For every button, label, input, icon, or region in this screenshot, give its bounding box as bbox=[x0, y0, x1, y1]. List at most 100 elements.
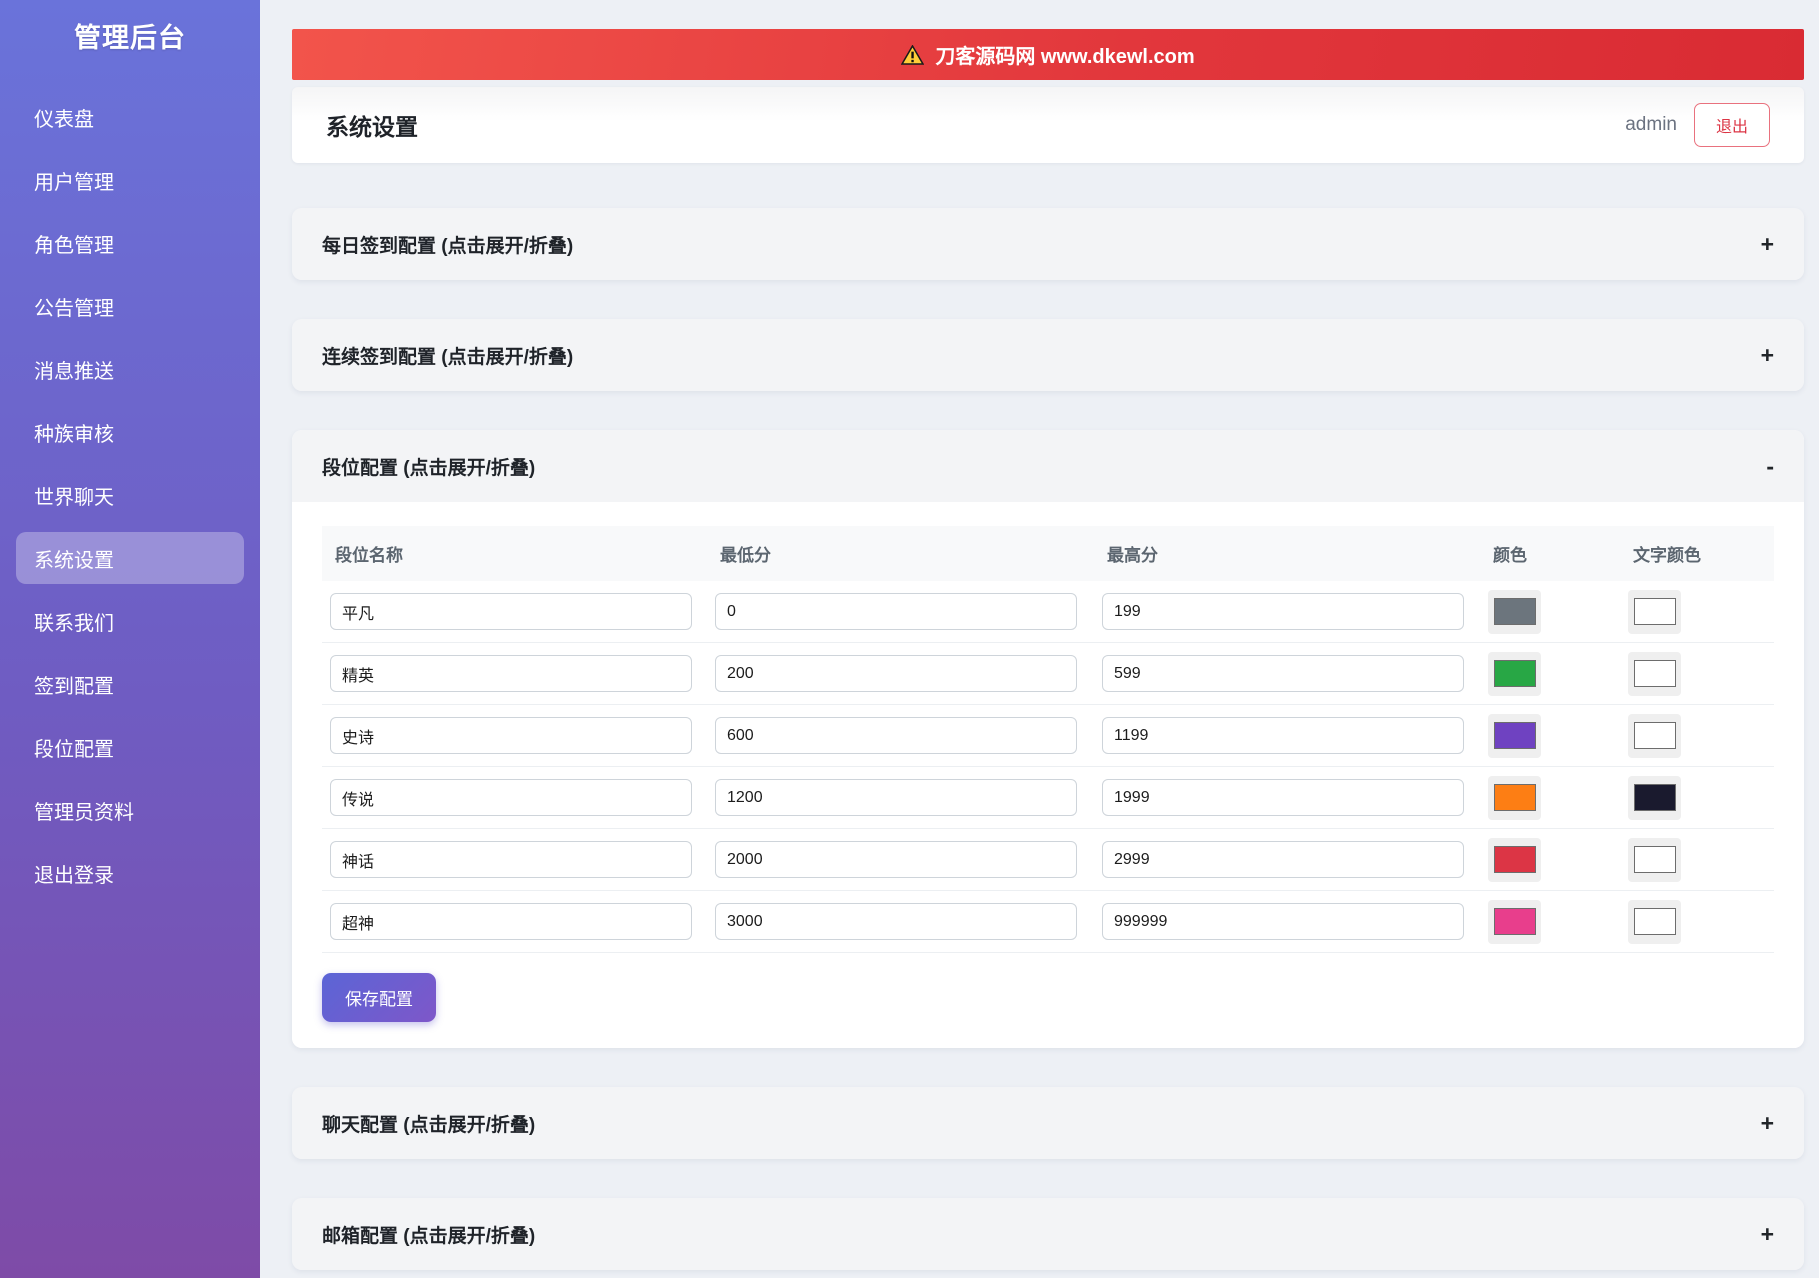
sidebar-item-announce-mgmt[interactable]: 公告管理 bbox=[16, 280, 244, 332]
rank-text-color-picker[interactable] bbox=[1628, 899, 1681, 944]
sidebar-item-rank-config[interactable]: 段位配置 bbox=[16, 721, 244, 773]
sidebar-item-signin-config[interactable]: 签到配置 bbox=[16, 658, 244, 710]
section-chat-config: 聊天配置 (点击展开/折叠) + bbox=[292, 1087, 1804, 1159]
rank-config-body: 段位名称 最低分 最高分 颜色 文字颜色 平凡 0 199 精英 200 599… bbox=[292, 502, 1804, 1048]
rank-min-score-input[interactable] bbox=[715, 903, 1077, 940]
rank-text-color-picker[interactable] bbox=[1628, 589, 1681, 634]
section-title: 段位配置 (点击展开/折叠) bbox=[322, 457, 536, 479]
rank-name-input[interactable] bbox=[330, 841, 692, 878]
rank-table-row bbox=[322, 891, 1774, 953]
rank-max-score-input[interactable] bbox=[1102, 779, 1464, 816]
section-streak-signin: 连续签到配置 (点击展开/折叠) + bbox=[292, 319, 1804, 391]
column-header-color: 颜色 bbox=[1493, 546, 1527, 565]
rank-color-picker[interactable] bbox=[1488, 589, 1541, 634]
page-title: 系统设置 bbox=[326, 114, 418, 140]
rank-color-picker[interactable] bbox=[1488, 775, 1541, 820]
sidebar-item-label: 角色管理 bbox=[34, 234, 114, 257]
rank-max-score-input[interactable] bbox=[1102, 655, 1464, 692]
warning-icon bbox=[901, 44, 925, 65]
sidebar-item-label: 公告管理 bbox=[34, 297, 114, 320]
section-daily-signin-header[interactable]: 每日签到配置 (点击展开/折叠) + bbox=[292, 208, 1804, 280]
username: admin bbox=[1625, 114, 1677, 135]
sidebar-item-race-review[interactable]: 种族审核 bbox=[16, 406, 244, 458]
rank-name-input[interactable] bbox=[330, 779, 692, 816]
collapse-icon[interactable]: - bbox=[1766, 454, 1774, 478]
sidebar-item-label: 种族审核 bbox=[34, 423, 114, 446]
rank-min-score-input[interactable] bbox=[715, 593, 1077, 630]
color-swatch bbox=[1493, 660, 1536, 687]
color-swatch bbox=[1493, 908, 1536, 935]
rank-table-row bbox=[322, 767, 1774, 829]
rank-min-score-input[interactable] bbox=[715, 779, 1077, 816]
rank-color-picker[interactable] bbox=[1488, 651, 1541, 696]
rank-min-score-input[interactable] bbox=[715, 655, 1077, 692]
rank-name-input[interactable] bbox=[330, 717, 692, 754]
rank-text-color-picker[interactable] bbox=[1628, 713, 1681, 758]
sidebar-item-label: 消息推送 bbox=[34, 360, 114, 383]
sidebar-item-admin-profile[interactable]: 管理员资料 bbox=[16, 784, 244, 836]
rank-name-input[interactable] bbox=[330, 655, 692, 692]
rank-table-row bbox=[322, 705, 1774, 767]
rank-max-score-input[interactable] bbox=[1102, 717, 1464, 754]
text-color-swatch bbox=[1633, 846, 1676, 873]
sidebar-item-label: 系统设置 bbox=[34, 549, 114, 572]
section-rank-config-header[interactable]: 段位配置 (点击展开/折叠) - bbox=[292, 430, 1804, 502]
sidebar-item-label: 管理员资料 bbox=[34, 801, 134, 824]
sidebar-item-dashboard[interactable]: 仪表盘 bbox=[16, 91, 244, 143]
rank-text-color-picker[interactable] bbox=[1628, 837, 1681, 882]
expand-icon[interactable]: + bbox=[1761, 232, 1774, 256]
save-config-button[interactable]: 保存配置 bbox=[322, 973, 436, 1022]
sidebar-item-label: 段位配置 bbox=[34, 738, 114, 761]
rank-min-score-input[interactable] bbox=[715, 717, 1077, 754]
promo-banner: 刀客源码网 www.dkewl.com bbox=[292, 29, 1804, 80]
rank-max-score-input[interactable] bbox=[1102, 841, 1464, 878]
rank-color-picker[interactable] bbox=[1488, 899, 1541, 944]
admin-app: 管理后台 仪表盘 用户管理 角色管理 公告管理 消息推送 种族审核 世界聊天 系… bbox=[0, 0, 1819, 1278]
section-daily-signin: 每日签到配置 (点击展开/折叠) + bbox=[292, 208, 1804, 280]
section-mail-config: 邮箱配置 (点击展开/折叠) + bbox=[292, 1198, 1804, 1270]
section-chat-config-header[interactable]: 聊天配置 (点击展开/折叠) + bbox=[292, 1087, 1804, 1159]
rank-name-input[interactable] bbox=[330, 593, 692, 630]
sidebar-item-contact-us[interactable]: 联系我们 bbox=[16, 595, 244, 647]
banner-text: 刀客源码网 www.dkewl.com bbox=[935, 46, 1195, 68]
rank-table-header: 段位名称 最低分 最高分 颜色 文字颜色 bbox=[322, 526, 1774, 581]
rank-table: 段位名称 最低分 最高分 颜色 文字颜色 bbox=[322, 526, 1774, 953]
column-header-text-color: 文字颜色 bbox=[1633, 546, 1701, 565]
rank-color-picker[interactable] bbox=[1488, 837, 1541, 882]
page-header: 系统设置 admin 退出 bbox=[292, 87, 1804, 163]
sidebar-nav: 仪表盘 用户管理 角色管理 公告管理 消息推送 种族审核 世界聊天 系统设置 联… bbox=[0, 91, 260, 899]
sidebar-item-label: 世界聊天 bbox=[34, 486, 114, 509]
section-title: 聊天配置 (点击展开/折叠) bbox=[322, 1114, 536, 1136]
sidebar-item-label: 退出登录 bbox=[34, 864, 114, 887]
section-mail-config-header[interactable]: 邮箱配置 (点击展开/折叠) + bbox=[292, 1198, 1804, 1270]
section-title: 连续签到配置 (点击展开/折叠) bbox=[322, 346, 574, 368]
rank-max-score-input[interactable] bbox=[1102, 593, 1464, 630]
logout-button[interactable]: 退出 bbox=[1693, 103, 1770, 147]
sidebar-item-world-chat[interactable]: 世界聊天 bbox=[16, 469, 244, 521]
section-title: 邮箱配置 (点击展开/折叠) bbox=[322, 1225, 536, 1247]
rank-table-row bbox=[322, 643, 1774, 705]
color-swatch bbox=[1493, 722, 1536, 749]
section-streak-signin-header[interactable]: 连续签到配置 (点击展开/折叠) + bbox=[292, 319, 1804, 391]
rank-min-score-input[interactable] bbox=[715, 841, 1077, 878]
expand-icon[interactable]: + bbox=[1761, 1222, 1774, 1246]
expand-icon[interactable]: + bbox=[1761, 343, 1774, 367]
color-swatch bbox=[1493, 784, 1536, 811]
expand-icon[interactable]: + bbox=[1761, 1111, 1774, 1135]
sidebar-item-logout[interactable]: 退出登录 bbox=[16, 847, 244, 899]
column-header-max-score: 最高分 bbox=[1107, 546, 1158, 565]
rank-text-color-picker[interactable] bbox=[1628, 651, 1681, 696]
rank-max-score-input[interactable] bbox=[1102, 903, 1464, 940]
rank-color-picker[interactable] bbox=[1488, 713, 1541, 758]
sidebar-item-user-mgmt[interactable]: 用户管理 bbox=[16, 154, 244, 206]
color-swatch bbox=[1493, 598, 1536, 625]
rank-text-color-picker[interactable] bbox=[1628, 775, 1681, 820]
sidebar-item-role-mgmt[interactable]: 角色管理 bbox=[16, 217, 244, 269]
sidebar-item-system-settings[interactable]: 系统设置 bbox=[16, 532, 244, 584]
main-content: 刀客源码网 www.dkewl.com 系统设置 admin 退出 每日签到配置… bbox=[260, 0, 1819, 1278]
text-color-swatch bbox=[1633, 598, 1676, 625]
app-title: 管理后台 bbox=[74, 23, 186, 53]
sidebar-item-message-push[interactable]: 消息推送 bbox=[16, 343, 244, 395]
rank-name-input[interactable] bbox=[330, 903, 692, 940]
color-swatch bbox=[1493, 846, 1536, 873]
